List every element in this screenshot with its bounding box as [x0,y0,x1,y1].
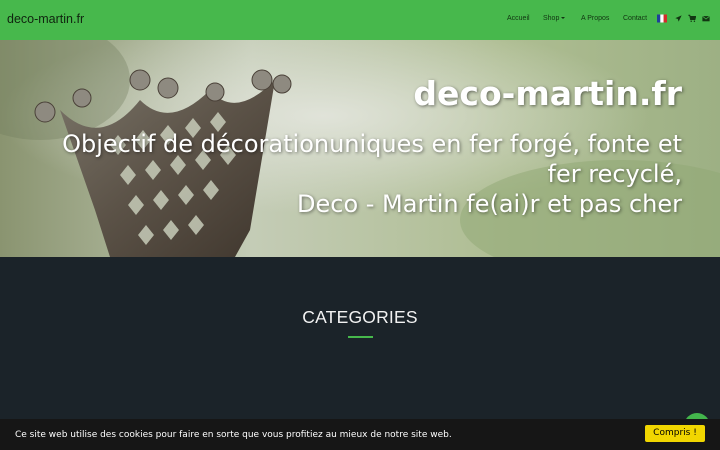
hero-banner: deco-martin.fr Objectif de décorationuni… [0,40,720,257]
cookie-accept-button[interactable]: Compris ! [645,425,705,442]
hero-subtitle: Objectif de décorationuniques en fer for… [22,129,682,219]
cookie-message: Ce site web utilise des cookies pour fai… [15,430,452,440]
nav-shop-label: Shop [543,15,560,22]
nav-accueil[interactable]: Accueil [507,15,530,22]
send-icon[interactable] [675,14,682,23]
nav-a-propos[interactable]: A Propos [581,15,609,22]
categories-divider [348,336,373,338]
hero-subtitle-line-1: Objectif de décorationuniques en fer for… [62,130,682,158]
chevron-down-icon [561,17,566,19]
french-flag-icon[interactable] [657,14,667,23]
nav-contact[interactable]: Contact [623,15,647,22]
envelope-icon[interactable] [702,14,710,23]
nav-shop-dropdown[interactable]: Shop [543,15,566,22]
hero-title: deco-martin.fr [413,74,682,113]
brand-logo-link[interactable]: deco-martin.fr [7,12,84,26]
navbar: deco-martin.fr Accueil Shop A Propos Con… [0,0,720,40]
categories-heading: CATEGORIES [302,307,418,327]
cart-icon[interactable] [688,14,696,23]
hero-subtitle-line-2: fer recyclé, [547,160,682,188]
hero-subtitle-line-3: Deco - Martin fe(ai)r et pas cher [297,190,682,218]
cookie-consent-bar: Ce site web utilise des cookies pour fai… [0,419,720,450]
